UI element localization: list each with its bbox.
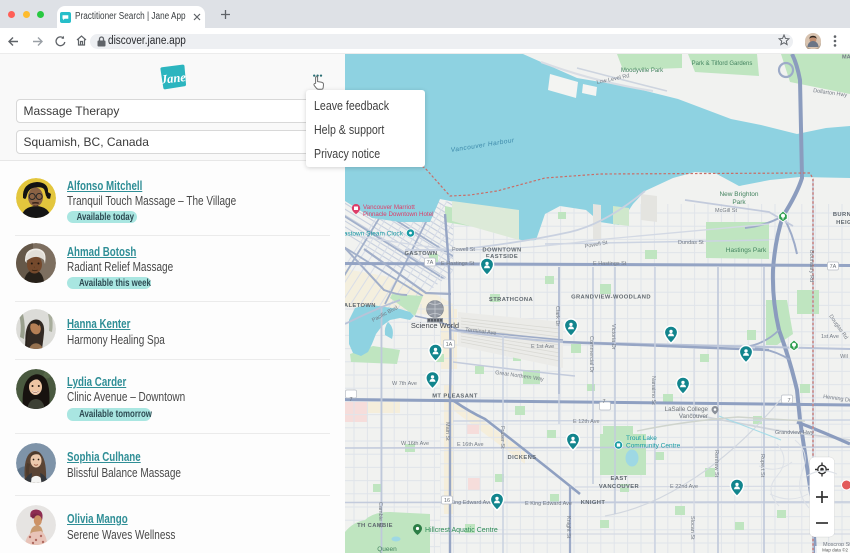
svg-text:1st Ave: 1st Ave [821, 334, 839, 340]
svg-text:Hastings Park: Hastings Park [726, 247, 767, 254]
svg-text:Moodyville Park: Moodyville Park [621, 68, 664, 74]
svg-text:Fraser St: Fraser St [499, 426, 505, 449]
svg-text:E 1st Ave: E 1st Ave [531, 344, 554, 350]
svg-text:STRATHCONA: STRATHCONA [489, 297, 534, 303]
svg-text:7: 7 [787, 398, 790, 404]
svg-text:VANCOUVER: VANCOUVER [599, 484, 640, 490]
svg-text:HEIG: HEIG [836, 220, 850, 226]
svg-text:7: 7 [349, 397, 352, 403]
svg-text:YALETOWN: YALETOWN [345, 303, 376, 309]
svg-text:Boundary Rd: Boundary Rd [808, 250, 814, 282]
svg-text:DOWNTOWN: DOWNTOWN [482, 248, 521, 254]
svg-text:Science World: Science World [411, 321, 459, 330]
svg-text:Knight St: Knight St [565, 516, 571, 539]
svg-text:astown Steam Clock: astown Steam Clock [345, 231, 404, 238]
svg-text:New Brighton: New Brighton [719, 191, 758, 198]
svg-text:TH CAMBIE: TH CAMBIE [357, 523, 393, 529]
svg-text:7: 7 [602, 399, 605, 405]
svg-text:Hillcrest Aquatic Centre: Hillcrest Aquatic Centre [425, 527, 498, 534]
svg-text:1A: 1A [446, 342, 453, 348]
svg-text:GASTOWN: GASTOWN [405, 251, 438, 257]
svg-text:Clark Dr: Clark Dr [554, 306, 560, 326]
svg-text:LaSalle College: LaSalle College [665, 406, 709, 413]
svg-text:Park: Park [732, 199, 746, 206]
svg-text:Nanaimo St: Nanaimo St [650, 376, 656, 405]
svg-text:Grandview Hwy: Grandview Hwy [775, 430, 814, 436]
svg-text:Wil: Wil [840, 354, 848, 360]
svg-text:McGill St: McGill St [715, 208, 737, 214]
svg-text:E 22nd Ave: E 22nd Ave [670, 484, 698, 490]
svg-text:KNIGHT: KNIGHT [581, 500, 606, 506]
svg-text:E Hastings St: E Hastings St [441, 261, 475, 267]
svg-text:Queen: Queen [377, 546, 397, 553]
svg-text:GRANDVIEW-WOODLAND: GRANDVIEW-WOODLAND [571, 295, 651, 301]
svg-text:Vancouver Marriott: Vancouver Marriott [363, 204, 415, 211]
svg-text:Renfrew St: Renfrew St [713, 450, 719, 478]
svg-text:Commercial Dr: Commercial Dr [588, 336, 594, 373]
svg-text:Map data ©2: Map data ©2 [822, 547, 848, 553]
svg-text:W 16th Ave: W 16th Ave [401, 441, 429, 447]
svg-text:Victoria Dr: Victoria Dr [610, 324, 616, 350]
svg-text:Community Centre: Community Centre [626, 443, 681, 450]
svg-text:E Hastings St: E Hastings St [593, 261, 627, 267]
svg-text:Vancouver: Vancouver [679, 413, 708, 420]
svg-text:Jane: Jane [159, 70, 187, 87]
svg-text:Pinnacle Downtown Hotel: Pinnacle Downtown Hotel [363, 211, 434, 218]
svg-text:7A: 7A [830, 264, 837, 270]
svg-text:EAST: EAST [610, 476, 627, 482]
svg-text:Park & Tilford Gardens: Park & Tilford Gardens [692, 61, 753, 67]
svg-text:E 12th Ave: E 12th Ave [573, 419, 600, 425]
svg-text:Trout Lake: Trout Lake [626, 435, 657, 442]
svg-text:MAR: MAR [842, 55, 850, 61]
svg-text:E King Edward Ave: E King Edward Ave [525, 501, 572, 507]
svg-text:W 7th Ave: W 7th Ave [392, 381, 417, 387]
svg-text:Dundas St: Dundas St [678, 240, 704, 246]
svg-text:7A: 7A [427, 260, 434, 266]
svg-text:Main St: Main St [444, 422, 450, 441]
svg-text:MT PLEASANT: MT PLEASANT [432, 394, 478, 400]
svg-text:DICKENS: DICKENS [508, 455, 537, 461]
svg-text:Slocan St: Slocan St [689, 516, 695, 540]
svg-text:BURN: BURN [833, 212, 850, 218]
svg-text:Powell St: Powell St [452, 247, 475, 253]
svg-text:E 16th Ave: E 16th Ave [457, 442, 484, 448]
svg-text:16: 16 [444, 498, 450, 504]
